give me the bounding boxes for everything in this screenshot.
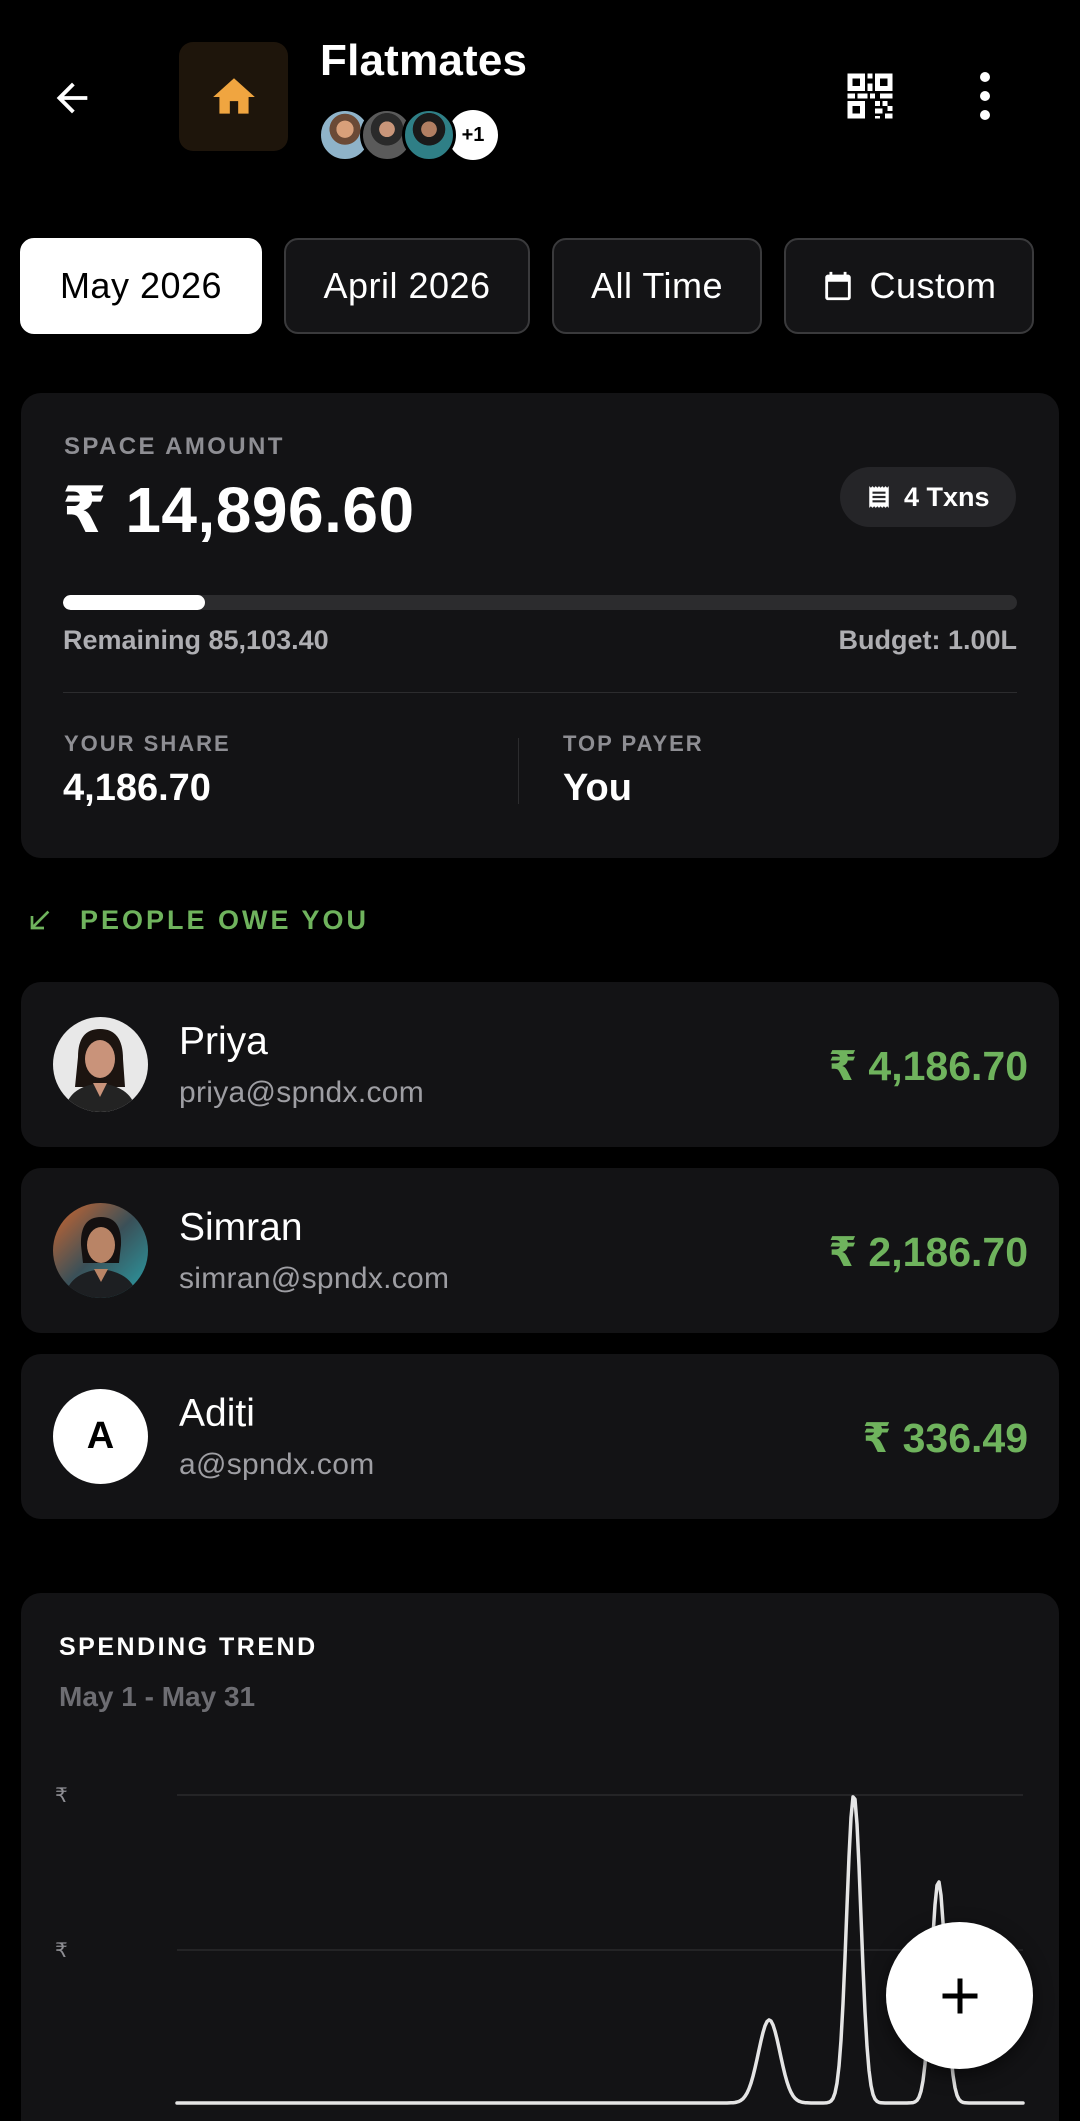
divider bbox=[63, 692, 1017, 693]
calendar-icon bbox=[821, 269, 855, 303]
app-header: Flatmates +1 bbox=[0, 0, 1080, 200]
person-name: Simran bbox=[179, 1206, 303, 1249]
qr-code-icon bbox=[847, 73, 893, 119]
space-summary-card: SPACE AMOUNT ₹ 14,896.60 4 Txns Remainin… bbox=[21, 393, 1059, 858]
home-icon bbox=[212, 77, 255, 114]
chip-april-2026[interactable]: April 2026 bbox=[284, 238, 530, 334]
person-email: a@spndx.com bbox=[179, 1448, 375, 1481]
qr-code-button[interactable] bbox=[840, 66, 900, 126]
person-amount: ₹ 2,186.70 bbox=[828, 1229, 1028, 1275]
budget-progress-fill bbox=[63, 595, 206, 610]
back-button[interactable] bbox=[40, 66, 104, 130]
y-tick-label: ₹ bbox=[55, 1785, 68, 1807]
person-card-simran[interactable]: Simran simran@spndx.com ₹ 2,186.70 bbox=[21, 1168, 1059, 1333]
person-name: Aditi bbox=[179, 1392, 255, 1435]
avatar bbox=[53, 1017, 148, 1112]
group-avatar[interactable] bbox=[179, 42, 288, 151]
person-name: Priya bbox=[179, 1020, 268, 1063]
transactions-badge[interactable]: 4 Txns bbox=[840, 467, 1016, 527]
person-amount: ₹ 336.49 bbox=[862, 1415, 1028, 1461]
remaining-budget: Remaining 85,103.40 bbox=[63, 625, 329, 655]
chip-all-time[interactable]: All Time bbox=[552, 238, 762, 334]
person-email: priya@spndx.com bbox=[179, 1076, 425, 1109]
receipt-icon bbox=[869, 486, 889, 508]
arrow-down-left-icon bbox=[30, 910, 50, 930]
space-amount-label: SPACE AMOUNT bbox=[64, 433, 285, 460]
divider bbox=[518, 738, 519, 804]
your-share-label: YOUR SHARE bbox=[64, 731, 231, 756]
chip-may-2026[interactable]: May 2026 bbox=[20, 238, 262, 334]
top-payer-value: You bbox=[563, 767, 632, 809]
add-expense-button[interactable] bbox=[886, 1922, 1033, 2069]
your-share-value: 4,186.70 bbox=[63, 767, 211, 809]
transactions-count: 4 Txns bbox=[904, 481, 990, 512]
space-amount-value: ₹ 14,896.60 bbox=[62, 474, 415, 546]
member-avatar bbox=[402, 108, 456, 162]
period-filter: May 2026 April 2026 All Time Custom bbox=[20, 238, 1034, 334]
avatar bbox=[53, 1203, 148, 1298]
chip-custom-label: Custom bbox=[869, 265, 997, 306]
avatar: A bbox=[53, 1389, 148, 1484]
back-arrow-icon bbox=[56, 82, 88, 114]
budget-progress-bar bbox=[63, 595, 1017, 610]
budget-total: Budget: 1.00L bbox=[838, 625, 1017, 655]
person-card-aditi[interactable]: A Aditi a@spndx.com ₹ 336.49 bbox=[21, 1354, 1059, 1519]
plus-icon bbox=[942, 1978, 977, 2013]
person-amount: ₹ 4,186.70 bbox=[828, 1043, 1028, 1089]
group-title: Flatmates bbox=[320, 36, 528, 85]
more-vert-icon bbox=[980, 72, 990, 82]
top-payer-label: TOP PAYER bbox=[563, 731, 704, 756]
chip-custom[interactable]: Custom bbox=[784, 238, 1034, 334]
more-options-button[interactable] bbox=[960, 66, 1010, 126]
people-owe-you-header: PEOPLE OWE YOU bbox=[24, 900, 369, 940]
y-tick-label: ₹ bbox=[55, 1940, 68, 1962]
person-card-priya[interactable]: Priya priya@spndx.com ₹ 4,186.70 bbox=[21, 982, 1059, 1147]
member-avatars[interactable]: +1 bbox=[318, 108, 498, 164]
section-title: PEOPLE OWE YOU bbox=[80, 904, 370, 935]
person-email: simran@spndx.com bbox=[179, 1262, 450, 1295]
